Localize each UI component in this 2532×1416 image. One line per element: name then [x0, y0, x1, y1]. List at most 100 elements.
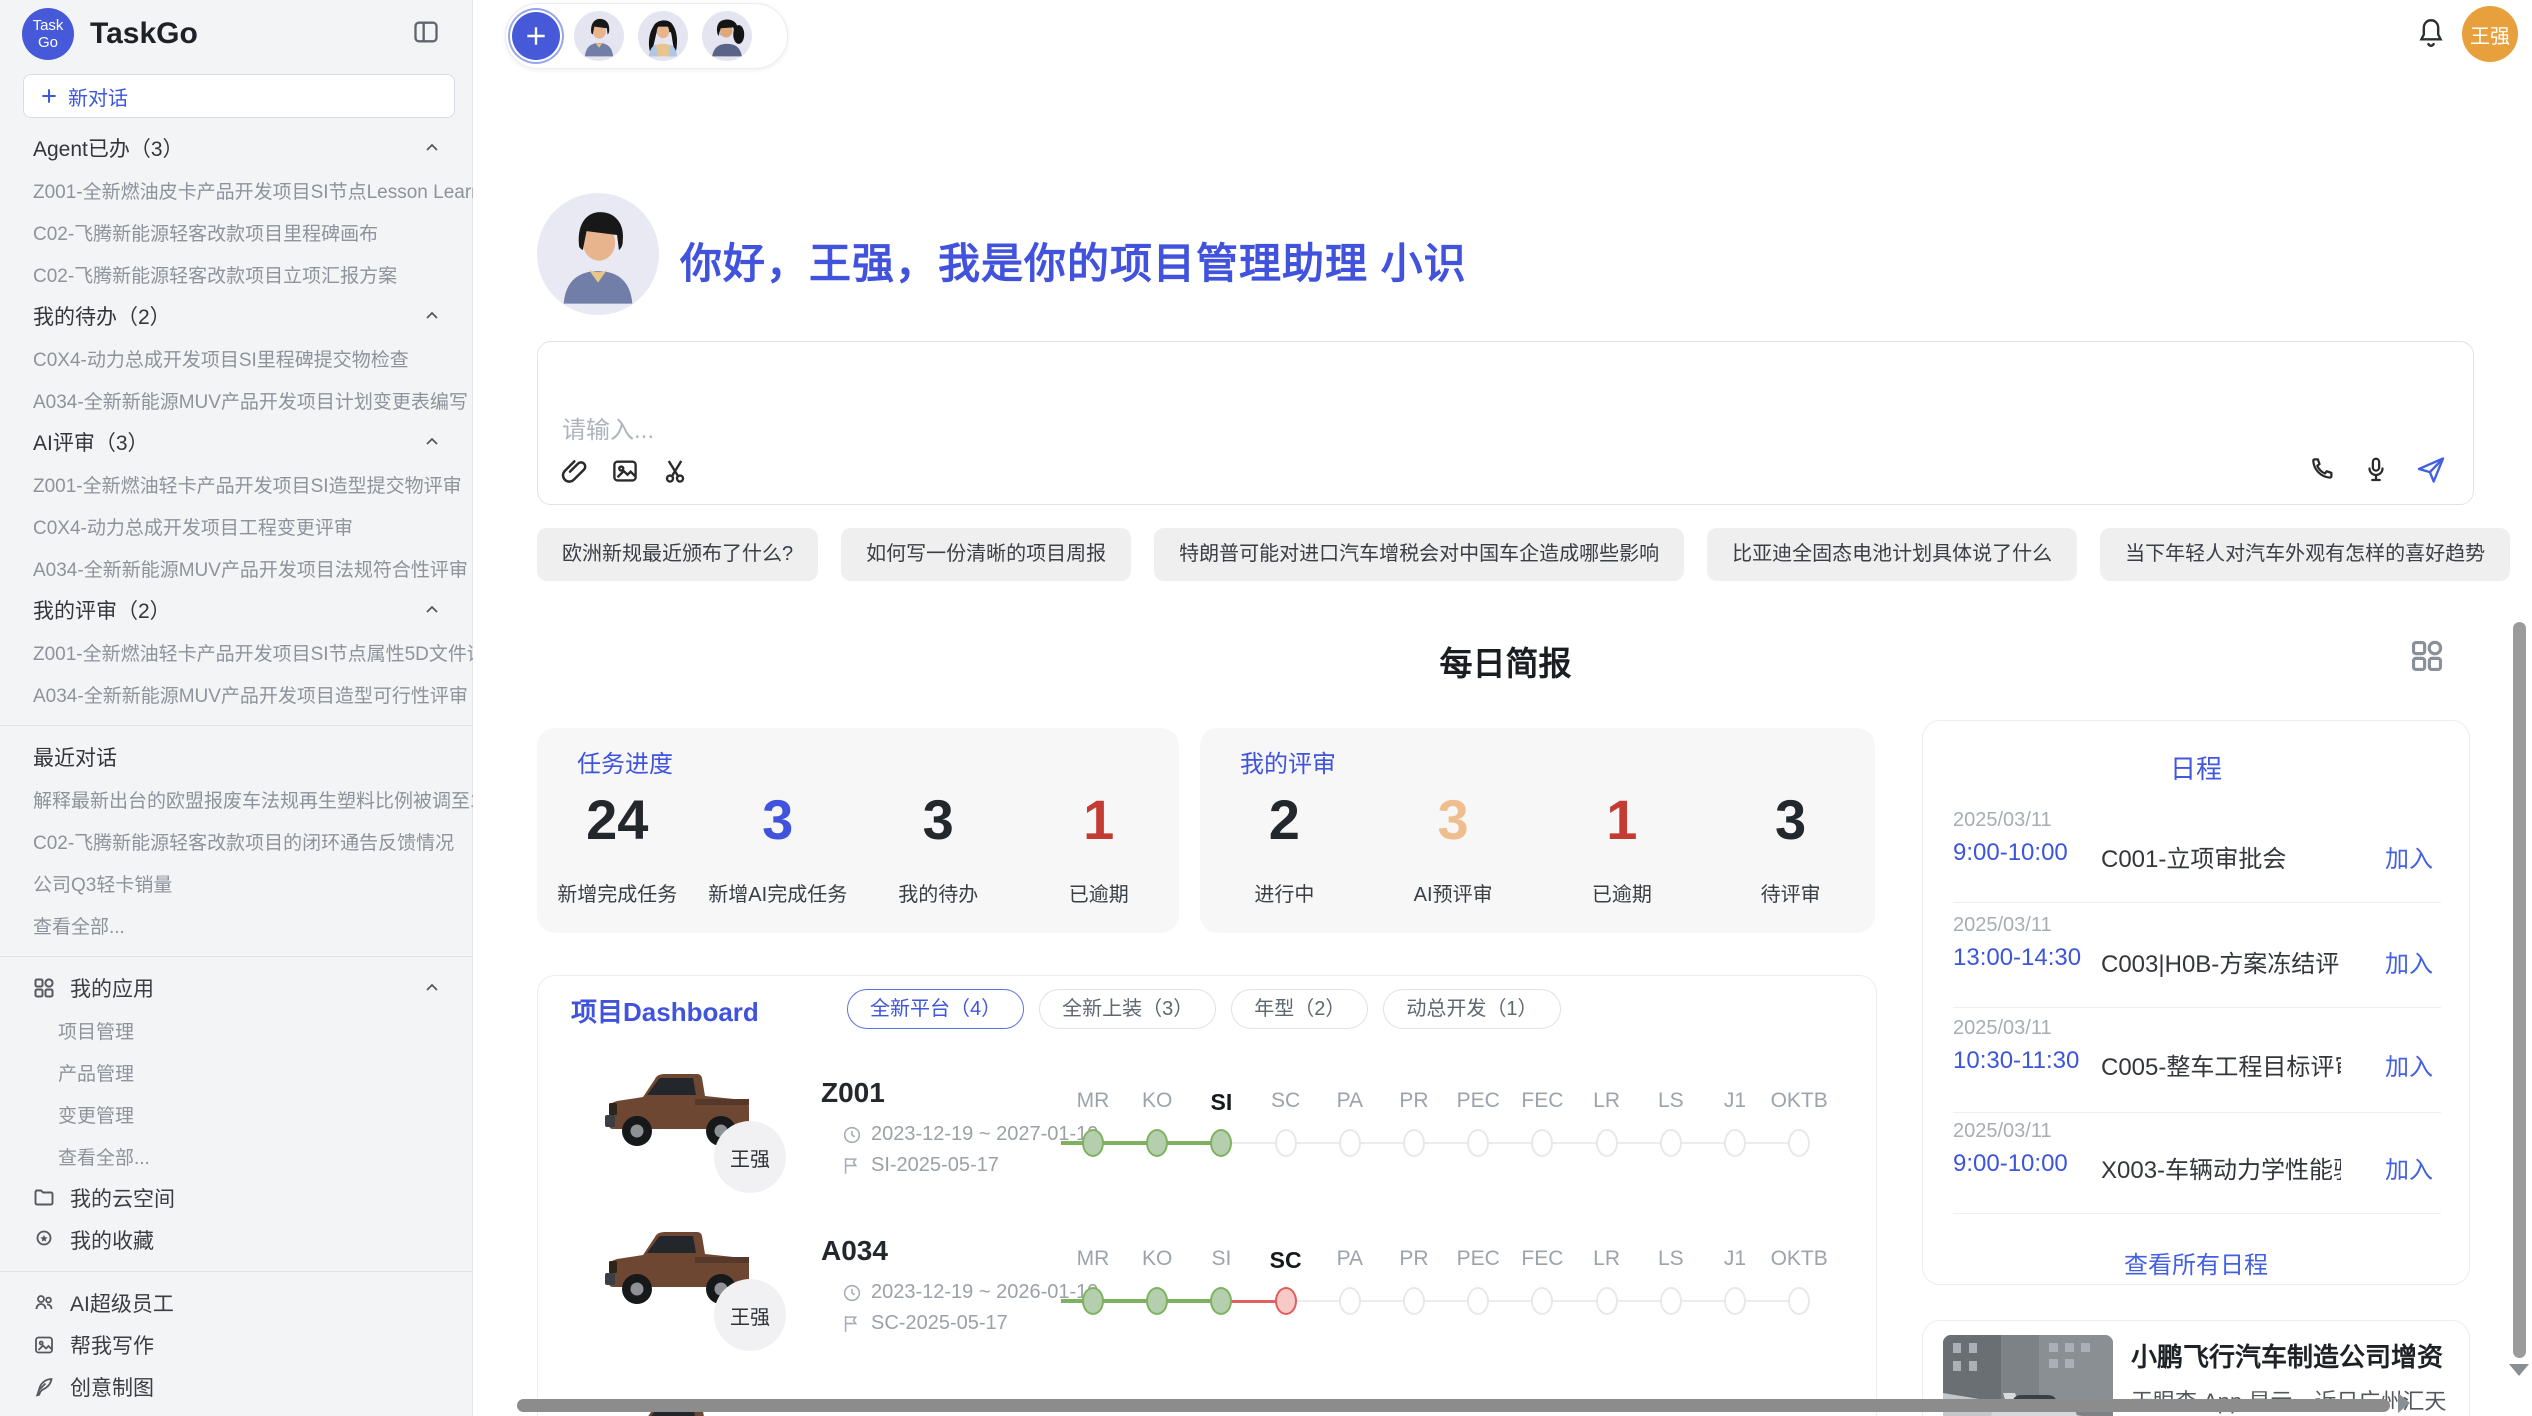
- send-icon[interactable]: [2415, 454, 2447, 486]
- divider: [1953, 902, 2441, 903]
- milestone-dot: [1596, 1287, 1618, 1315]
- conversation-item[interactable]: C0X4-动力总成开发项目工程变更评审: [0, 505, 473, 547]
- assistant-avatar: [537, 193, 659, 315]
- milestone-dot: [1210, 1129, 1232, 1157]
- microphone-icon[interactable]: [2361, 455, 2391, 485]
- app-title: TaskGo: [90, 17, 412, 51]
- milestone-dot: [1531, 1287, 1553, 1315]
- milestone-dot: [1788, 1287, 1810, 1315]
- logo-text-bottom: Go: [38, 34, 58, 51]
- join-meeting-link[interactable]: 加入: [2385, 839, 2433, 874]
- sidebar-section-agent-done[interactable]: Agent已办（3）: [0, 127, 473, 169]
- flag-icon: [841, 1155, 863, 1177]
- sidebar-section-my-todo[interactable]: 我的待办（2）: [0, 295, 473, 337]
- plus-icon: [39, 86, 59, 106]
- agent-avatar[interactable]: [574, 11, 624, 61]
- flag-icon: [841, 1313, 863, 1335]
- scroll-down-arrow[interactable]: [2509, 1364, 2529, 1376]
- project-owner-avatar: 王强: [714, 1279, 786, 1351]
- feather-icon: [30, 1375, 58, 1399]
- message-input[interactable]: 请输入...: [537, 341, 2474, 505]
- sidebar-section-my-review[interactable]: 我的评审（2）: [0, 589, 473, 631]
- view-all-conversations[interactable]: 查看全部...: [0, 904, 473, 946]
- sidebar-section-recent: 最近对话: [0, 736, 473, 778]
- milestone-dot: [1467, 1287, 1489, 1315]
- conversation-item[interactable]: C02-飞腾新能源轻客改款项目里程碑画布: [0, 211, 473, 253]
- tab-powertrain[interactable]: 动总开发（1）: [1383, 989, 1560, 1029]
- sidebar-item-favorites[interactable]: 我的收藏: [0, 1219, 473, 1261]
- project-row[interactable]: 王强 A034 2023-12-19 ~ 2026-01-19 SC-2025-…: [538, 1209, 1876, 1367]
- image-upload-icon[interactable]: [610, 456, 640, 486]
- project-row[interactable]: 王强 Z001 2023-12-19 ~ 2027-01-19 SI-2025-…: [538, 1051, 1876, 1209]
- vertical-scrollbar[interactable]: [2513, 622, 2526, 1358]
- photo-icon: [30, 1333, 58, 1357]
- stat-label: 新增AI完成任务: [698, 878, 859, 907]
- sidebar-item-help-write[interactable]: 帮我写作: [0, 1324, 473, 1366]
- app-item-project-mgmt[interactable]: 项目管理: [0, 1009, 473, 1051]
- new-chat-button[interactable]: 新对话: [23, 74, 455, 118]
- conversation-item[interactable]: A034-全新新能源MUV产品开发项目造型可行性评审: [0, 673, 473, 715]
- sidebar-item-ai-staff[interactable]: AI超级员工: [0, 1282, 473, 1324]
- conversation-item[interactable]: Z001-全新燃油轻卡产品开发项目SI造型提交物评审: [0, 463, 473, 505]
- folder-icon: [30, 1186, 58, 1210]
- join-meeting-link[interactable]: 加入: [2385, 1150, 2433, 1185]
- tab-new-body[interactable]: 全新上装（3）: [1039, 989, 1216, 1029]
- add-agent-button[interactable]: [512, 12, 560, 60]
- stat-label: 已逾期: [1019, 878, 1180, 907]
- notification-bell-icon[interactable]: [2413, 15, 2449, 56]
- milestone-timeline: MRKOSISCPAPRPECFECLRLSJ1OKTB: [1061, 1247, 1851, 1329]
- scissors-icon[interactable]: [660, 456, 690, 486]
- join-meeting-link[interactable]: 加入: [2385, 944, 2433, 979]
- recent-conversation-item[interactable]: C02-飞腾新能源轻客改款项目的闭环通告反馈情况: [0, 820, 473, 862]
- people-icon: [30, 1291, 58, 1315]
- conversation-item[interactable]: A034-全新新能源MUV产品开发项目计划变更表编写: [0, 379, 473, 421]
- sidebar-item-creative-draw[interactable]: 创意制图: [0, 1366, 473, 1408]
- sidebar-item-cloud-space[interactable]: 我的云空间: [0, 1177, 473, 1219]
- conversation-item[interactable]: A034-全新新能源MUV产品开发项目法规符合性评审: [0, 547, 473, 589]
- suggestion-chip[interactable]: 比亚迪全固态电池计划具体说了什么: [1707, 528, 2077, 581]
- app-item-change-mgmt[interactable]: 变更管理: [0, 1093, 473, 1135]
- card-title: 任务进度: [577, 744, 673, 779]
- milestone-dot: [1082, 1129, 1104, 1157]
- agent-avatar[interactable]: [702, 11, 752, 61]
- conversation-item[interactable]: C0X4-动力总成开发项目SI里程碑提交物检查: [0, 337, 473, 379]
- sidebar-collapse-icon[interactable]: [412, 18, 440, 51]
- conversation-item[interactable]: Z001-全新燃油轻卡产品开发项目SI节点属性5D文件评审: [0, 631, 473, 673]
- agent-avatar[interactable]: [638, 11, 688, 61]
- view-all-apps[interactable]: 查看全部...: [0, 1135, 473, 1177]
- milestone-dot: [1788, 1129, 1810, 1157]
- tab-new-platform[interactable]: 全新平台（4）: [847, 989, 1024, 1029]
- sidebar-section-ai-review[interactable]: AI评审（3）: [0, 421, 473, 463]
- tab-model-year[interactable]: 年型（2）: [1231, 989, 1368, 1029]
- chevron-up-icon: [424, 140, 440, 156]
- sidebar-item-my-apps[interactable]: 我的应用: [0, 967, 473, 1009]
- conversation-item[interactable]: C02-飞腾新能源轻客改款项目立项汇报方案: [0, 253, 473, 295]
- view-all-schedule-link[interactable]: 查看所有日程: [1923, 1245, 2469, 1280]
- app-item-product-mgmt[interactable]: 产品管理: [0, 1051, 473, 1093]
- project-next-milestone: SI-2025-05-17: [871, 1154, 999, 1177]
- recent-conversation-item[interactable]: 解释最新出台的欧盟报废车法规再生塑料比例被调至15%...: [0, 778, 473, 820]
- milestone-dot: [1660, 1129, 1682, 1157]
- schedule-date: 2025/03/11: [1953, 1017, 2052, 1040]
- attachment-icon[interactable]: [560, 456, 590, 486]
- user-avatar[interactable]: 王强: [2462, 6, 2518, 62]
- milestone-dot: [1210, 1287, 1232, 1315]
- divider: [0, 725, 473, 726]
- briefing-layout-icon[interactable]: [2408, 637, 2446, 680]
- suggestion-chip[interactable]: 如何写一份清晰的项目周报: [841, 528, 1131, 581]
- horizontal-scrollbar[interactable]: [517, 1399, 2390, 1412]
- my-review-card: 我的评审 2进行中 3AI预评审 1已逾期 3待评审: [1200, 728, 1875, 933]
- plus-icon: [523, 23, 549, 49]
- recent-conversation-item[interactable]: 公司Q3轻卡销量: [0, 862, 473, 904]
- conversation-item[interactable]: Z001-全新燃油皮卡产品开发项目SI节点Lesson Learn报告: [0, 169, 473, 211]
- scroll-right-arrow[interactable]: [2398, 1393, 2410, 1413]
- agent-switcher: [505, 3, 788, 69]
- milestone-dot: [1339, 1129, 1361, 1157]
- milestone-dot: [1403, 1287, 1425, 1315]
- suggestion-chip[interactable]: 当下年轻人对汽车外观有怎样的喜好趋势: [2100, 528, 2510, 581]
- voice-call-icon[interactable]: [2307, 455, 2337, 485]
- suggestion-chip[interactable]: 特朗普可能对进口汽车增税会对中国车企造成哪些影响: [1154, 528, 1684, 581]
- suggestion-chip[interactable]: 欧洲新规最近颁布了什么?: [537, 528, 818, 581]
- join-meeting-link[interactable]: 加入: [2385, 1047, 2433, 1082]
- project-next-milestone: SC-2025-05-17: [871, 1312, 1008, 1335]
